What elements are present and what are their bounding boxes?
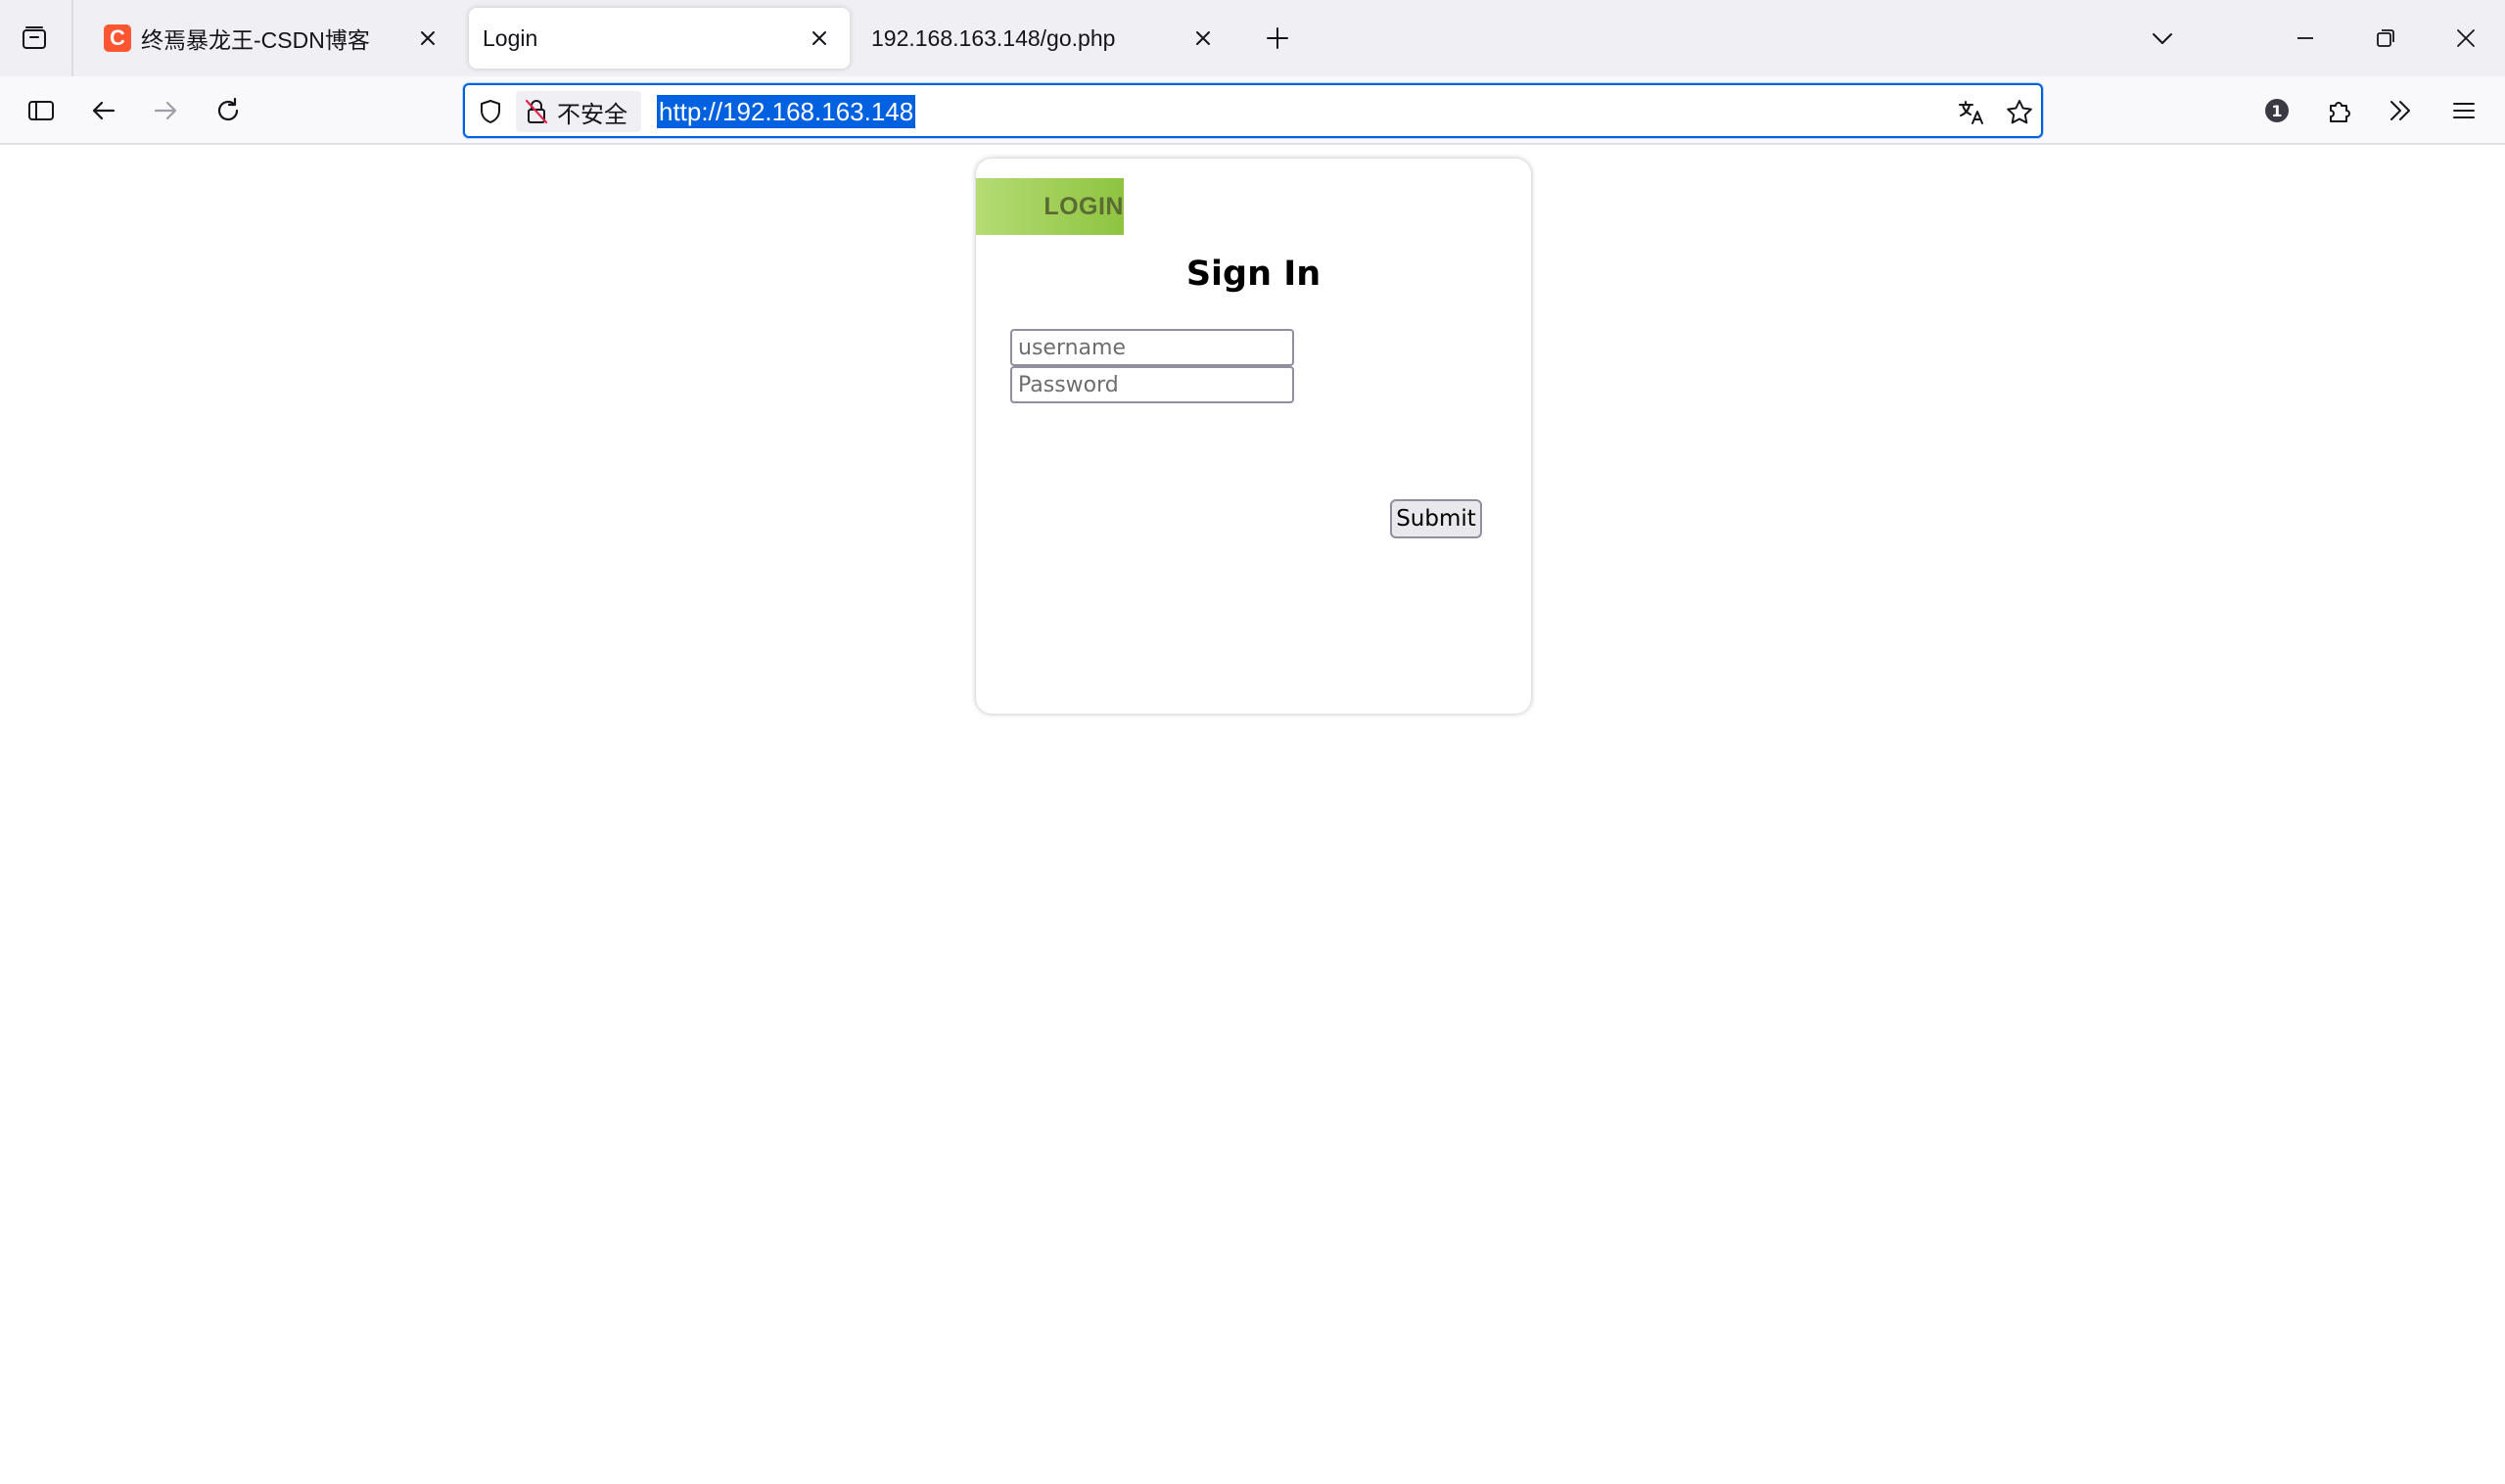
tab-title: 192.168.163.148/go.php [871,24,1116,51]
translate-icon[interactable] [1955,96,1988,129]
submit-button[interactable]: Submit [1390,499,1482,538]
site-security-indicator[interactable]: 不安全 [516,91,641,132]
chevron-double-right-icon[interactable] [2378,88,2423,133]
close-icon[interactable] [803,22,836,55]
csdn-favicon-icon: C [104,24,131,52]
url-text[interactable]: http://192.168.163.148 [657,95,916,128]
password-input[interactable] [1010,366,1294,403]
star-icon[interactable] [2003,96,2036,129]
chevron-down-icon[interactable] [2140,16,2185,61]
tab-go-php[interactable]: 192.168.163.148/go.php [859,8,1233,69]
tab-list-icon[interactable] [14,18,55,59]
hamburger-menu-icon[interactable] [2441,88,2486,133]
page-title: Sign In [1185,255,1322,294]
insecure-lock-icon [524,98,549,125]
back-arrow-icon[interactable] [81,88,126,133]
restore-icon[interactable] [2363,16,2408,61]
security-label: 不安全 [557,100,627,128]
url-bar[interactable]: 不安全 http://192.168.163.148 [463,83,2043,138]
shield-icon[interactable] [475,96,506,127]
login-ribbon: LOGIN [976,178,1124,235]
forward-arrow-icon[interactable] [143,88,188,133]
username-input[interactable] [1010,329,1294,366]
close-window-icon[interactable] [2443,16,2488,61]
close-icon[interactable] [1186,22,1220,55]
plus-icon[interactable] [1257,18,1298,59]
minimize-icon[interactable] [2283,16,2328,61]
password-badge-icon[interactable]: 1 [2254,88,2299,133]
navigation-toolbar: 不安全 http://192.168.163.148 1 [0,76,2505,145]
tab-title: Login [483,24,538,51]
puzzle-icon[interactable] [2317,88,2362,133]
badge-count: 1 [2271,102,2282,120]
tab-separator [71,0,73,76]
tab-title: 终焉暴龙王-CSDN博客 [141,27,370,53]
reload-icon[interactable] [206,88,251,133]
tab-strip: C 终焉暴龙王-CSDN博客 Login 192.168.163.148/go.… [0,0,2505,76]
tab-login[interactable]: Login [469,8,850,69]
sidebar-icon[interactable] [19,88,64,133]
close-icon[interactable] [411,22,444,55]
login-card: LOGIN Sign In Submit [976,159,1531,714]
tab-csdn[interactable]: C 终焉暴龙王-CSDN博客 [84,8,458,69]
